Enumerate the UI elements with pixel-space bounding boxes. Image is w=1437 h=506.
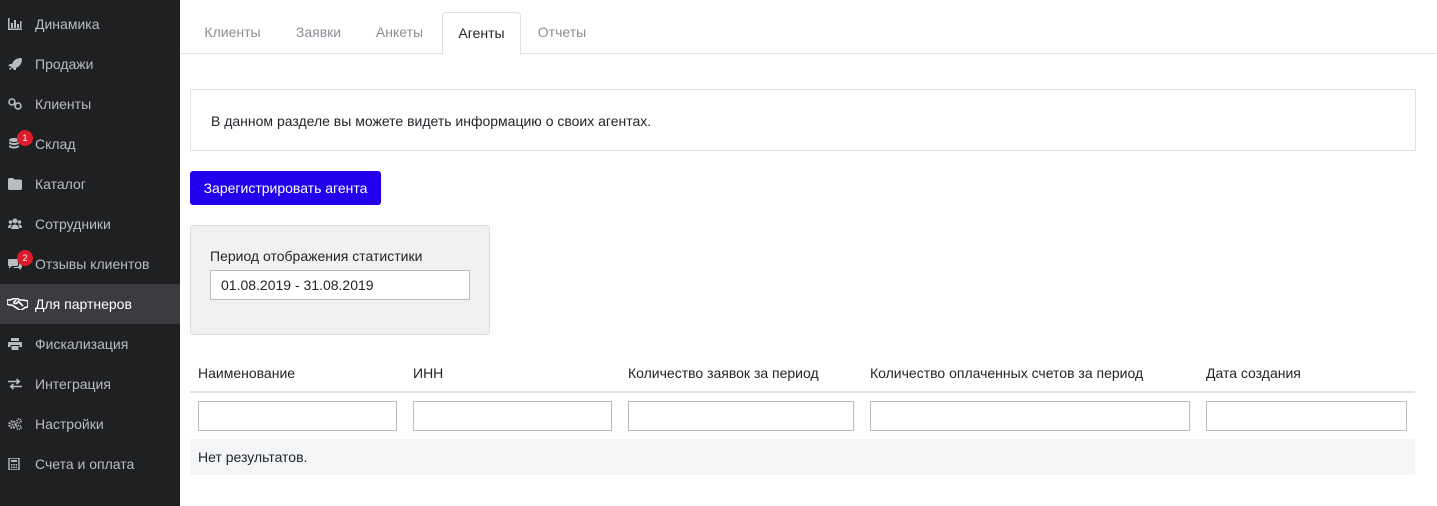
sidebar-item-fiscalization[interactable]: Фискализация <box>0 324 180 364</box>
users-icon <box>8 218 22 229</box>
sidebar-item-sales[interactable]: Продажи <box>0 44 180 84</box>
sidebar-item-label: Динамика <box>35 16 100 32</box>
column-header-created-date[interactable]: Дата создания <box>1206 365 1301 381</box>
sidebar-item-settings[interactable]: Настройки <box>0 404 180 444</box>
calculator-icon <box>8 458 20 470</box>
sidebar-item-billing[interactable]: Счета и оплата <box>0 444 180 484</box>
sidebar-item-label: Склад <box>35 136 76 152</box>
sidebar-item-label: Клиенты <box>35 96 92 112</box>
notification-badge: 1 <box>17 130 33 146</box>
statistics-period-panel: Период отображения статистики <box>190 225 490 335</box>
tab-bar: Клиенты Заявки Анкеты Агенты Отчеты <box>180 0 1437 55</box>
sidebar-item-label: Продажи <box>35 56 94 72</box>
sidebar-item-label: Сотрудники <box>35 216 111 232</box>
filter-name-input[interactable] <box>198 401 397 431</box>
bar-chart-icon <box>8 18 22 30</box>
sidebar-item-reviews[interactable]: 2 Отзывы клиентов <box>0 244 180 284</box>
period-date-range-input[interactable] <box>210 270 470 300</box>
sidebar-item-label: Интеграция <box>35 376 111 392</box>
sidebar-item-clients[interactable]: Клиенты <box>0 84 180 124</box>
sidebar-item-partners[interactable]: Для партнеров <box>0 284 180 324</box>
folder-icon <box>8 178 22 190</box>
table-header-divider <box>190 391 1415 393</box>
period-label: Период отображения статистики <box>210 248 423 264</box>
empty-results-text: Нет результатов. <box>198 449 308 465</box>
filter-paid-invoices-input[interactable] <box>870 401 1190 431</box>
tab-clients[interactable]: Клиенты <box>184 12 281 54</box>
handshake-icon <box>7 298 28 310</box>
tab-questionnaires[interactable]: Анкеты <box>357 12 442 54</box>
sidebar-item-employees[interactable]: Сотрудники <box>0 204 180 244</box>
rocket-icon <box>8 58 22 70</box>
sidebar-item-label: Фискализация <box>35 336 129 352</box>
column-header-inn[interactable]: ИНН <box>413 365 443 381</box>
tab-agents[interactable]: Агенты <box>442 12 521 55</box>
printer-icon <box>8 338 22 350</box>
register-agent-button[interactable]: Зарегистрировать агента <box>190 171 381 205</box>
info-alert: В данном разделе вы можете видеть информ… <box>190 89 1416 151</box>
column-header-paid-invoices-count[interactable]: Количество оплаченных счетов за период <box>870 365 1143 381</box>
filter-inn-input[interactable] <box>413 401 612 431</box>
table-row: Нет результатов. <box>190 439 1415 475</box>
sidebar-item-label: Для партнеров <box>35 296 132 312</box>
link-icon <box>8 98 22 110</box>
sidebar-item-dynamics[interactable]: Динамика <box>0 4 180 44</box>
exchange-icon <box>8 378 22 390</box>
sidebar-item-catalog[interactable]: Каталог <box>0 164 180 204</box>
column-header-requests-count[interactable]: Количество заявок за период <box>628 365 819 381</box>
sidebar-item-warehouse[interactable]: 1 Склад <box>0 124 180 164</box>
sidebar-item-label: Настройки <box>35 416 104 432</box>
sidebar: Динамика Продажи Клиенты 1 Склад Каталог… <box>0 0 180 506</box>
column-header-name[interactable]: Наименование <box>198 365 295 381</box>
tab-reports[interactable]: Отчеты <box>522 12 602 54</box>
filter-requests-count-input[interactable] <box>628 401 854 431</box>
sidebar-item-label: Каталог <box>35 176 86 192</box>
sidebar-item-integration[interactable]: Интеграция <box>0 364 180 404</box>
notification-badge: 2 <box>17 250 33 266</box>
tab-requests[interactable]: Заявки <box>281 12 356 54</box>
filter-created-date-input[interactable] <box>1206 401 1407 431</box>
sidebar-item-label: Счета и оплата <box>35 456 135 472</box>
sidebar-item-label: Отзывы клиентов <box>35 256 150 272</box>
info-text: В данном разделе вы можете видеть информ… <box>211 113 652 129</box>
gears-icon <box>8 418 22 430</box>
